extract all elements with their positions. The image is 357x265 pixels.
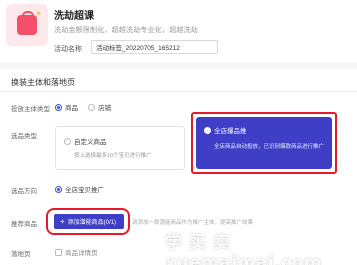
checkbox-icon[interactable] — [55, 248, 62, 256]
custom-option-label: 自定义商品 — [74, 139, 107, 146]
direction-option[interactable]: 全店宝贝推广 — [55, 184, 104, 194]
selection-type-label: 选品类型 — [11, 133, 37, 140]
custom-product-radio[interactable]: 自定义商品 — [64, 136, 107, 146]
subject-option-label: 商品 — [65, 105, 78, 112]
shopping-bag-icon — [17, 11, 37, 35]
subject-option-product[interactable]: 商品 — [55, 102, 78, 112]
direction-option-label: 全店宝贝推广 — [65, 187, 104, 194]
landing-page-checkbox-label: 商品详情页 — [65, 250, 98, 257]
custom-product-option-card[interactable]: 自定义商品 按上选择最多10个宝贝进行推广 — [55, 126, 185, 170]
sparkle-icon: ✦ — [35, 9, 42, 18]
campaign-name-label: 活动名称 — [54, 46, 82, 53]
radio-unselected-icon[interactable] — [88, 103, 95, 111]
subject-type-label: 投放主体类型 — [11, 106, 50, 113]
section-divider — [0, 91, 357, 92]
watermark: 学 买 卖 xuemaimai.com — [165, 233, 323, 265]
campaign-title: 洗劫超课 — [54, 11, 94, 22]
radio-selected-icon[interactable] — [55, 103, 62, 111]
campaign-logo: ✦ — [6, 4, 48, 46]
recommend-product-label: 推荐商品 — [11, 221, 37, 228]
campaign-description: 洗劫金额限制化，超越洗劫专业化，超越洗劫 — [54, 27, 198, 34]
subject-option-label: 店铺 — [98, 105, 111, 112]
campaign-header-card: ✦ 洗劫超课 洗劫金额限制化，超越洗劫专业化，超越洗劫 活动名称 — [0, 0, 357, 62]
add-product-hint: 请添加一款潜能商品作为推广主体，提高推广效果 — [132, 220, 254, 226]
landing-page-checkbox[interactable]: 商品详情页 — [55, 247, 98, 257]
highlight-box-button — [46, 208, 130, 235]
campaign-name-input[interactable] — [91, 40, 218, 54]
radio-selected-icon[interactable] — [55, 185, 62, 193]
highlight-box-option — [191, 112, 337, 174]
direction-label: 选品方向 — [11, 188, 37, 195]
section-title: 换装主体和落地页 — [11, 78, 75, 87]
custom-option-description: 按上选择最多10个宝贝进行推广 — [74, 153, 152, 159]
radio-unselected-icon[interactable] — [64, 137, 71, 145]
subject-option-shop[interactable]: 店铺 — [88, 102, 111, 112]
landing-page-label: 落地页 — [11, 251, 31, 258]
